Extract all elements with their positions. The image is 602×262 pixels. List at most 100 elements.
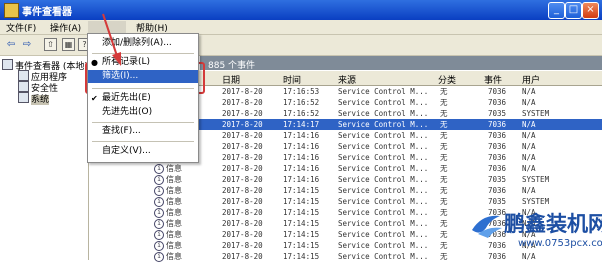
cell-user: N/A bbox=[522, 120, 536, 129]
cell-date: 2017-8-20 bbox=[222, 230, 263, 239]
cell-category: 无 bbox=[440, 208, 448, 217]
cell-event: 7036 bbox=[488, 186, 507, 195]
information-icon: i bbox=[154, 241, 164, 251]
cell-time: 17:14:15 bbox=[283, 252, 320, 261]
cell-date: 2017-8-20 bbox=[222, 109, 263, 118]
cell-source: Service Control M... bbox=[338, 131, 429, 140]
information-icon: i bbox=[154, 164, 164, 174]
computer-icon bbox=[2, 59, 13, 70]
cell-time: 17:16:53 bbox=[283, 87, 320, 96]
cell-category: 无 bbox=[440, 109, 448, 118]
menu-action[interactable]: 操作(A) bbox=[50, 21, 81, 34]
cell-source: Service Control M... bbox=[338, 230, 429, 239]
menu-item-newest-first[interactable]: ✔ 最近先出(E) bbox=[88, 92, 198, 105]
menu-item-add-remove-columns[interactable]: 添加/删除列(A)... bbox=[88, 37, 198, 50]
watermark: 鹏鑫装机网 www.0753pcx.com bbox=[470, 206, 602, 260]
cell-event: 7036 bbox=[488, 87, 507, 96]
cell-date: 2017-8-20 bbox=[222, 186, 263, 195]
cell-time: 17:16:52 bbox=[283, 98, 320, 107]
cell-event: 7036 bbox=[488, 120, 507, 129]
menu-item-filter[interactable]: 筛选(I)... bbox=[88, 70, 198, 83]
cell-event: 7035 bbox=[488, 109, 507, 118]
cell-type: 信息 bbox=[166, 241, 182, 250]
information-icon: i bbox=[154, 186, 164, 196]
cell-time: 17:14:15 bbox=[283, 241, 320, 250]
cell-category: 无 bbox=[440, 120, 448, 129]
menu-file[interactable]: 文件(F) bbox=[6, 21, 36, 34]
cell-category: 无 bbox=[440, 142, 448, 151]
cell-category: 无 bbox=[440, 98, 448, 107]
cell-date: 2017-8-20 bbox=[222, 120, 263, 129]
menu-separator bbox=[92, 141, 194, 142]
cell-time: 17:14:15 bbox=[283, 197, 320, 206]
menu-separator bbox=[92, 53, 194, 54]
checkmark-icon: ✔ bbox=[91, 94, 98, 103]
cell-date: 2017-8-20 bbox=[222, 164, 263, 173]
maximize-button[interactable]: □ bbox=[565, 2, 582, 19]
cell-event: 7036 bbox=[488, 164, 507, 173]
table-row[interactable]: i信息 2017-8-20 17:14:16 Service Control M...… bbox=[88, 163, 602, 174]
menu-separator bbox=[92, 88, 194, 89]
information-icon: i bbox=[154, 219, 164, 229]
up-icon[interactable]: ⇧ bbox=[44, 38, 57, 51]
cell-source: Service Control M... bbox=[338, 164, 429, 173]
cell-date: 2017-8-20 bbox=[222, 252, 263, 261]
column-header-date[interactable]: 日期 bbox=[222, 73, 240, 86]
cell-user: N/A bbox=[522, 131, 536, 140]
cell-time: 17:16:52 bbox=[283, 109, 320, 118]
cell-user: N/A bbox=[522, 87, 536, 96]
information-icon: i bbox=[154, 208, 164, 218]
column-header-time[interactable]: 时间 bbox=[283, 73, 301, 86]
cell-date: 2017-8-20 bbox=[222, 87, 263, 96]
tree-item-system[interactable]: 系统 bbox=[18, 92, 50, 105]
cell-time: 17:14:15 bbox=[283, 208, 320, 217]
cell-date: 2017-8-20 bbox=[222, 153, 263, 162]
event-count: 885 个事件 bbox=[208, 61, 256, 71]
log-icon bbox=[18, 70, 29, 81]
information-icon: i bbox=[154, 175, 164, 185]
log-icon bbox=[18, 92, 29, 103]
column-header-event[interactable]: 事件 bbox=[484, 73, 502, 86]
close-button[interactable]: × bbox=[582, 2, 599, 19]
cell-date: 2017-8-20 bbox=[222, 131, 263, 140]
cell-category: 无 bbox=[440, 197, 448, 206]
menu-item-find[interactable]: 查找(F)... bbox=[88, 125, 198, 138]
cell-date: 2017-8-20 bbox=[222, 219, 263, 228]
cell-time: 17:14:15 bbox=[283, 219, 320, 228]
menu-item-oldest-first[interactable]: 先进先出(O) bbox=[88, 106, 198, 119]
menu-view[interactable] bbox=[88, 21, 126, 33]
properties-icon[interactable]: ▦ bbox=[62, 38, 75, 51]
column-header-source[interactable]: 来源 bbox=[338, 73, 356, 86]
forward-icon[interactable]: ⇨ bbox=[20, 38, 34, 51]
cell-category: 无 bbox=[440, 186, 448, 195]
column-header-category[interactable]: 分类 bbox=[438, 73, 456, 86]
cell-type: 信息 bbox=[166, 164, 182, 173]
back-icon[interactable]: ⇦ bbox=[4, 38, 18, 51]
cell-time: 17:14:15 bbox=[283, 186, 320, 195]
menu-item-customize[interactable]: 自定义(V)... bbox=[88, 145, 198, 158]
cell-user: SYSTEM bbox=[522, 175, 550, 184]
cell-source: Service Control M... bbox=[338, 252, 429, 261]
cell-source: Service Control M... bbox=[338, 142, 429, 151]
cell-date: 2017-8-20 bbox=[222, 142, 263, 151]
cell-time: 17:14:15 bbox=[283, 230, 320, 239]
information-icon: i bbox=[154, 230, 164, 240]
cell-source: Service Control M... bbox=[338, 120, 429, 129]
table-row[interactable]: i 信息 2017-8-20 17:14:15 Service Control M...… bbox=[88, 185, 602, 196]
cell-category: 无 bbox=[440, 131, 448, 140]
minimize-button[interactable]: _ bbox=[548, 2, 565, 19]
title-bar: 事件查看器 _ □ × bbox=[0, 0, 602, 20]
cell-time: 17:14:16 bbox=[283, 164, 320, 173]
menu-item-all-records[interactable]: ● 所有记录(L) bbox=[88, 56, 198, 69]
cell-source: Service Control M... bbox=[338, 175, 429, 184]
column-header-user[interactable]: 用户 bbox=[522, 73, 540, 86]
cell-user: N/A bbox=[522, 142, 536, 151]
radio-dot-icon: ● bbox=[91, 58, 98, 67]
cell-category: 无 bbox=[440, 175, 448, 184]
window-title: 事件查看器 bbox=[22, 7, 72, 18]
cell-user: N/A bbox=[522, 186, 536, 195]
list-header: 885 个事件 bbox=[200, 56, 602, 71]
cell-source: Service Control M... bbox=[338, 241, 429, 250]
cell-type: 信息 bbox=[166, 252, 182, 261]
table-row[interactable]: i信息 2017-8-20 17:14:16 Service Control M...… bbox=[88, 174, 602, 185]
